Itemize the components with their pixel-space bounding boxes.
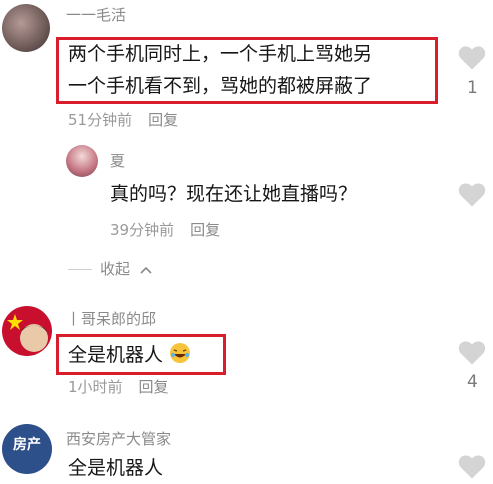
heart-icon[interactable] <box>457 452 487 480</box>
heart-icon[interactable] <box>457 43 487 71</box>
flag-avatar-image <box>7 314 48 352</box>
collapse-replies-button[interactable]: 收起 <box>68 258 153 279</box>
comment-author[interactable]: 西安房产大管家 <box>66 428 171 449</box>
comment-author[interactable]: 夏 <box>110 150 125 171</box>
comment-author[interactable]: 丨哥呆郎的邱 <box>66 308 156 329</box>
avatar[interactable] <box>66 145 98 177</box>
avatar[interactable]: 房产 <box>2 424 52 474</box>
collapse-label: 收起 <box>100 260 131 278</box>
avatar[interactable] <box>2 4 50 52</box>
comment-text: 全是机器人 <box>68 457 164 479</box>
comment-time: 39分钟前 <box>110 221 175 239</box>
comment-text: 全是机器人 <box>68 339 191 371</box>
comment-time: 1小时前 <box>68 378 123 396</box>
laughing-emoji-icon <box>170 343 191 363</box>
comment-time: 51分钟前 <box>68 111 133 129</box>
comment-author[interactable]: 一一毛活 <box>66 4 126 25</box>
comment-text: 两个手机同时上，一个手机上骂她另 <box>68 43 373 65</box>
comment-meta: 39分钟前 回复 <box>110 219 220 240</box>
chevron-up-icon <box>140 266 152 274</box>
comment-meta: 51分钟前 回复 <box>68 109 178 130</box>
heart-icon[interactable] <box>457 338 487 366</box>
comment-text-content: 全是机器人 <box>68 344 164 366</box>
reply-button[interactable]: 回复 <box>139 378 169 396</box>
comment-text: 一个手机看不到，骂她的都被屏蔽了 <box>68 75 373 97</box>
reply-button[interactable]: 回复 <box>148 111 178 129</box>
reply-button[interactable]: 回复 <box>190 221 220 239</box>
avatar-text: 房产 <box>13 437 41 453</box>
avatar[interactable] <box>2 306 52 356</box>
like-count: 1 <box>467 78 478 98</box>
comment-text: 真的吗？现在还让她直播吗？ <box>110 183 358 205</box>
divider-dash <box>68 269 92 270</box>
heart-icon[interactable] <box>457 180 487 208</box>
like-count: 4 <box>467 372 478 392</box>
comment-meta: 1小时前 回复 <box>68 376 169 397</box>
